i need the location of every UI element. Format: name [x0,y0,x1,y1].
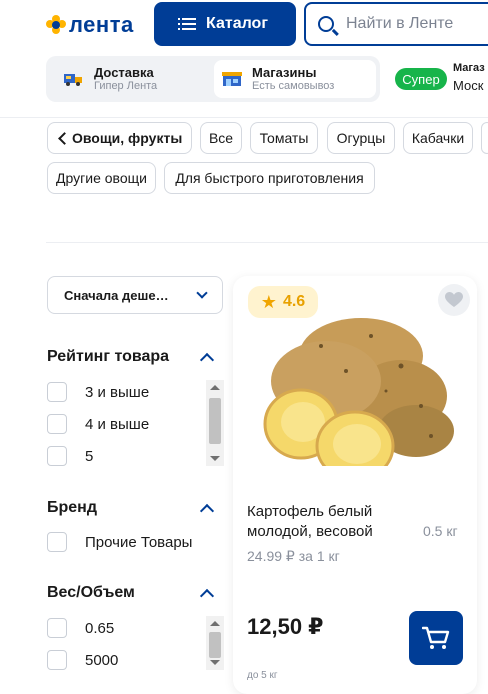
heart-icon [445,292,463,307]
checkbox[interactable] [47,382,67,402]
chevron-up-icon[interactable] [199,352,215,368]
back-category-chip[interactable]: Овощи, фрукты [47,122,192,154]
store-type-badge[interactable]: Супер [395,68,447,90]
filter-rating-option[interactable]: 5 [47,446,93,466]
scroll-down-icon[interactable] [210,660,220,665]
header: лента Каталог Доставка Гипер Лента Магаз… [0,0,488,118]
chip-cucumbers[interactable]: Огурцы [327,122,395,154]
volume-scrollbar[interactable] [206,616,224,670]
rating-scrollbar[interactable] [206,380,224,466]
store-icon [222,71,242,87]
checkbox[interactable] [47,414,67,434]
chevron-down-icon [196,287,208,299]
sort-selected-value: Сначала деше… [64,287,169,303]
divider [46,242,488,243]
product-rating: 4.6 [282,293,306,310]
cart-icon [422,626,450,649]
chevron-up-icon[interactable] [199,588,215,604]
option-label: 3 и выше [85,383,150,401]
product-price: 12,50 ₽ [247,614,324,639]
tab-stores-title: Магазины [252,65,317,80]
checkbox[interactable] [47,618,67,638]
product-weight: 0.5 кг [423,523,458,539]
scroll-thumb[interactable] [209,632,221,658]
option-label: 4 и выше [85,415,150,433]
product-card[interactable]: ★ 4.6 Картофель белый молодой, весовой 0… [233,276,477,694]
tab-stores-subtitle: Есть самовывоз [252,80,335,92]
filter-volume-option[interactable]: 5000 [47,650,118,670]
filter-volume-option[interactable]: 0.65 [47,618,114,638]
chip-other-vegetables[interactable]: Другие овощи [47,162,156,194]
filter-volume-title: Вес/Объем [47,584,135,601]
scroll-thumb[interactable] [209,398,221,444]
search-input[interactable] [346,15,486,33]
catalog-button[interactable]: Каталог [154,2,296,46]
filter-rating-title: Рейтинг товара [47,348,170,365]
truck-icon [64,71,84,87]
scroll-up-icon[interactable] [210,385,220,390]
logo[interactable]: лента [46,12,134,38]
chip-all[interactable]: Все [200,122,242,154]
store-title: Магаз [453,62,485,74]
favorite-button[interactable] [438,284,470,316]
star-icon: ★ [260,291,277,312]
tab-delivery-subtitle: Гипер Лента [94,80,158,92]
product-unit-price: 24.99 ₽ за 1 кг [247,548,340,564]
checkbox[interactable] [47,446,67,466]
tab-delivery[interactable]: Доставка Гипер Лента [56,60,206,98]
filter-brand-option[interactable]: Прочие Товары [47,532,192,552]
filter-rating-option[interactable]: 4 и выше [47,414,149,434]
product-name[interactable]: Картофель белый молодой, весовой [247,502,397,542]
store-address: Моск [453,78,484,93]
product-limit: до 5 кг [247,670,278,681]
product-rating-badge: ★ 4.6 [248,286,318,318]
chip-quick-cooking[interactable]: Для быстрого приготовления [164,162,375,194]
filter-brand-title: Бренд [47,499,97,516]
tab-stores[interactable]: Магазины Есть самовывоз [214,60,376,98]
search-icon [318,16,334,32]
search-box[interactable] [304,2,488,46]
option-label: Прочие Товары [85,533,193,551]
option-label: 5 [85,447,94,465]
chip-tomatoes[interactable]: Томаты [250,122,318,154]
catalog-label: Каталог [206,15,268,32]
add-to-cart-button[interactable] [409,611,463,665]
checkbox[interactable] [47,532,67,552]
store-selector[interactable]: Магаз Моск [453,60,488,96]
scroll-up-icon[interactable] [210,621,220,626]
scroll-down-icon[interactable] [210,456,220,461]
option-label: 0.65 [85,619,115,637]
chevron-left-icon [58,131,71,145]
chip-next-partial[interactable] [481,122,488,154]
checkbox[interactable] [47,650,67,670]
catalog-menu-icon [178,18,196,30]
tab-delivery-title: Доставка [94,65,154,80]
filter-rating-option[interactable]: 3 и выше [47,382,149,402]
back-category-label: Овощи, фрукты [72,130,183,146]
option-label: 5000 [85,651,119,669]
product-image [251,296,461,482]
chevron-up-icon[interactable] [199,503,215,519]
lenta-logo-icon [46,15,66,35]
chip-zucchini[interactable]: Кабачки [403,122,473,154]
delivery-switch: Доставка Гипер Лента Магазины Есть самов… [46,56,380,102]
logo-text: лента [69,12,134,37]
sort-select[interactable]: Сначала деше… [47,276,223,314]
